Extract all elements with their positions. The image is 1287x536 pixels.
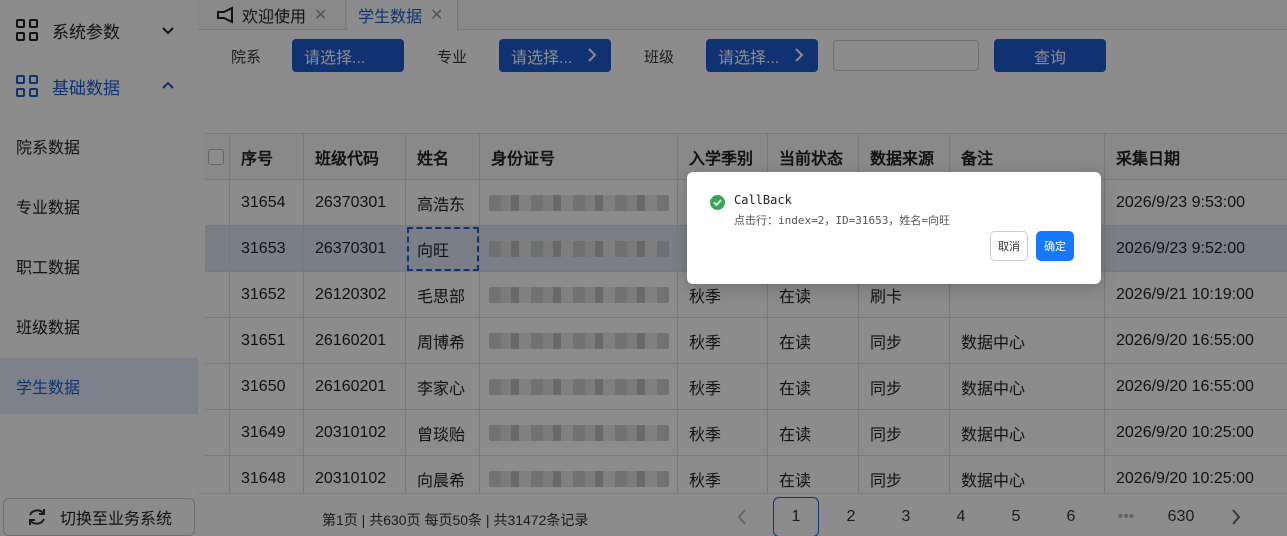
callback-dialog: CallBack 点击行：index=2，ID=31653，姓名=向旺 取消 确… <box>687 172 1101 284</box>
confirm-button[interactable]: 确定 <box>1036 231 1074 261</box>
dialog-message: 点击行：index=2，ID=31653，姓名=向旺 <box>734 214 950 227</box>
success-check-icon <box>710 195 725 210</box>
dialog-title: CallBack <box>734 193 792 207</box>
cancel-button[interactable]: 取消 <box>990 231 1028 261</box>
